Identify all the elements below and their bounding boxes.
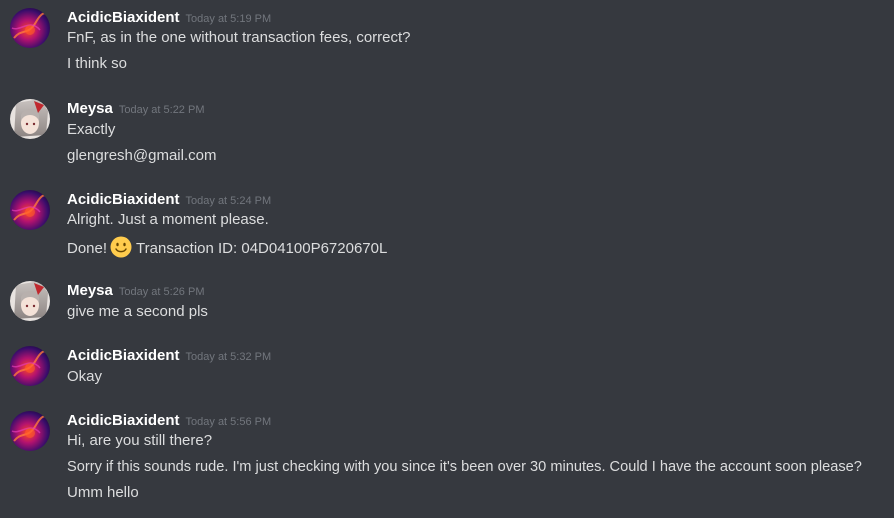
avatar[interactable] (10, 190, 50, 230)
meysa-avatar-icon (10, 99, 50, 139)
avatar[interactable] (10, 99, 50, 139)
message-text: I think so (67, 55, 128, 72)
avatar[interactable] (10, 346, 50, 386)
username[interactable]: AcidicBiaxident (67, 347, 180, 364)
username[interactable]: AcidicBiaxident (67, 412, 180, 429)
message-group: AcidicBiaxident Today at 5:32 PM Okay (0, 346, 894, 391)
username[interactable]: AcidicBiaxident (67, 191, 180, 208)
message-text: FnF, as in the one without transaction f… (67, 29, 411, 46)
slightly-smiling-face-icon[interactable] (110, 236, 132, 258)
message-text-with-emoji: Done! Transaction ID: 04D04100P6720670L (67, 236, 387, 259)
acidicbiaxident-avatar-icon (10, 190, 50, 230)
avatar[interactable] (10, 411, 50, 451)
message-text: Okay (67, 368, 103, 385)
timestamp: Today at 5:26 PM (118, 286, 205, 298)
timestamp: Today at 5:56 PM (185, 416, 272, 428)
message-text-after-emoji: Transaction ID: 04D04100P6720670L (136, 240, 388, 257)
message-text: Hi, are you still there? (67, 432, 213, 449)
timestamp: Today at 5:32 PM (185, 351, 272, 363)
acidicbiaxident-avatar-icon (10, 411, 50, 451)
message-text: give me a second pls (67, 303, 208, 320)
message-text-before-emoji: Done! (67, 240, 108, 257)
acidicbiaxident-avatar-icon (10, 8, 50, 48)
message-text: glengresh@gmail.com (67, 147, 217, 164)
message-text: Exactly (67, 121, 116, 138)
message-text: Alright. Just a moment please. (67, 211, 269, 228)
username[interactable]: Meysa (67, 100, 113, 117)
message-group: Meysa Today at 5:22 PM Exactly glengresh@… (0, 99, 894, 169)
timestamp: Today at 5:24 PM (185, 195, 272, 207)
username[interactable]: AcidicBiaxident (67, 9, 180, 26)
message-group: AcidicBiaxident Today at 5:24 PM Alright.… (0, 190, 894, 260)
username[interactable]: Meysa (67, 282, 113, 299)
message-group: Meysa Today at 5:26 PM give me a second p… (0, 281, 894, 326)
chat-message-list: AcidicBiaxident Today at 5:19 PM FnF, as … (0, 0, 894, 518)
meysa-avatar-icon (10, 281, 50, 321)
avatar[interactable] (10, 8, 50, 48)
message-text: Umm hello (67, 484, 139, 501)
avatar[interactable] (10, 281, 50, 321)
message-group: AcidicBiaxident Today at 5:56 PM Hi, are … (0, 411, 894, 511)
message-group: AcidicBiaxident Today at 5:19 PM FnF, as … (0, 8, 894, 78)
timestamp: Today at 5:22 PM (118, 104, 205, 116)
timestamp: Today at 5:19 PM (185, 13, 272, 25)
acidicbiaxident-avatar-icon (10, 346, 50, 386)
message-text: Sorry if this sounds rude. I'm just chec… (67, 459, 862, 475)
